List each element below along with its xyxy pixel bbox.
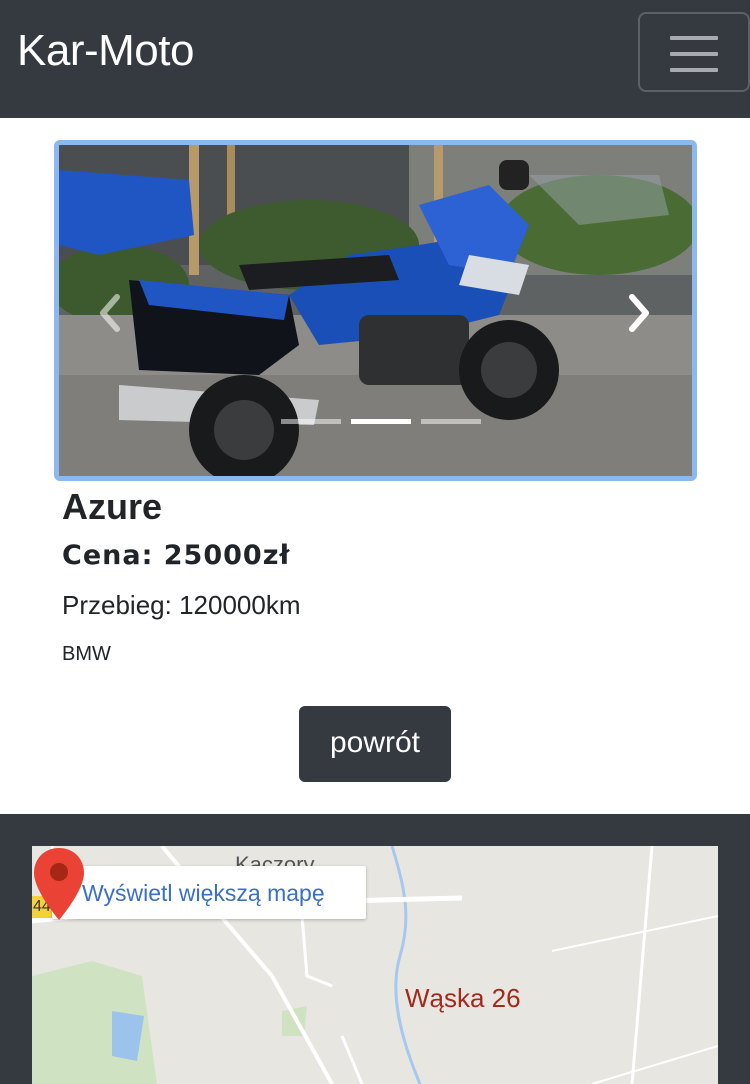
listing-brand: BMW: [62, 643, 111, 665]
back-button[interactable]: powrót: [299, 706, 451, 782]
embedded-map[interactable]: Kaczory 44 Wyświetl większą mapę Wąska 2…: [32, 846, 718, 1084]
map-pin-label: Wąska 26: [405, 983, 521, 1013]
map-pin-icon[interactable]: [32, 846, 86, 922]
listing-title: Azure: [62, 486, 163, 527]
listing-price: Cena: 25000zł: [62, 540, 291, 571]
chevron-left-icon[interactable]: [95, 293, 125, 333]
larger-map-link[interactable]: Wyświetl większą mapę: [82, 880, 325, 907]
brand-logo[interactable]: Kar-Moto: [17, 26, 194, 76]
carousel-indicator-active[interactable]: [351, 419, 411, 424]
navbar-toggle-button[interactable]: [638, 12, 750, 92]
carousel-indicators: [281, 419, 481, 427]
image-carousel[interactable]: [54, 140, 697, 481]
chevron-right-icon[interactable]: [624, 293, 654, 333]
larger-map-box: Wyświetl większą mapę: [52, 866, 366, 919]
navbar: Kar-Moto: [0, 0, 750, 118]
listing-mileage: Przebieg: 120000km: [62, 590, 301, 620]
carousel-indicator[interactable]: [281, 419, 341, 424]
hamburger-menu-icon: [670, 36, 718, 72]
carousel-indicator[interactable]: [421, 419, 481, 424]
